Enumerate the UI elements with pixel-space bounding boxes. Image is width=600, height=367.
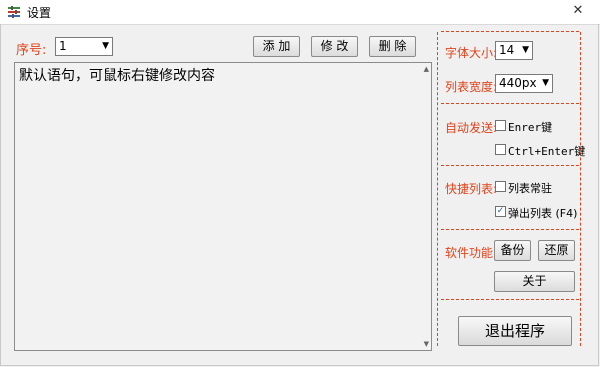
seq-value: 1	[59, 39, 67, 53]
chevron-down-icon: ▼	[102, 41, 109, 51]
window-title: 设置	[27, 6, 52, 20]
popup-list-checkbox[interactable]: ✓	[495, 206, 506, 217]
panel-divider	[441, 299, 579, 300]
panel-divider	[441, 31, 579, 32]
list-width-label: 列表宽度:	[445, 80, 498, 94]
editor-text: 默认语句，可鼠标右键修改内容	[19, 68, 215, 84]
restore-button[interactable]: 还原	[538, 240, 575, 261]
app-icon	[8, 6, 20, 18]
delete-button[interactable]: 删 除	[369, 36, 416, 57]
seq-select[interactable]: 1 ▼	[55, 37, 113, 56]
ctrl-enter-checkbox[interactable]	[495, 144, 506, 155]
autosend-label: 自动发送:	[445, 121, 498, 135]
software-label: 软件功能:	[445, 246, 498, 260]
enter-key-label: Enrer键	[508, 121, 553, 134]
panel-divider	[441, 165, 579, 166]
list-pinned-label: 列表常驻	[508, 182, 552, 195]
font-size-select[interactable]: 14 ▼	[495, 41, 533, 60]
enter-key-checkbox[interactable]	[495, 120, 506, 131]
popup-list-label: 弹出列表 (F4)	[508, 207, 578, 220]
list-width-value: 440px	[499, 76, 537, 90]
panel-divider	[441, 229, 579, 230]
font-size-value: 14	[499, 43, 515, 57]
seq-label: 序号:	[16, 43, 47, 58]
add-button[interactable]: 添 加	[253, 36, 300, 57]
ctrl-enter-label: Ctrl+Enter键	[508, 145, 586, 158]
quicklist-label: 快捷列表:	[445, 182, 498, 196]
panel-divider	[441, 103, 579, 104]
list-width-select[interactable]: 440px ▼	[495, 74, 553, 93]
title-bar: 设置 ✕	[0, 0, 600, 25]
about-button[interactable]: 关于	[494, 271, 575, 292]
panel-divider-right	[580, 32, 581, 346]
content-editor[interactable]: 默认语句，可鼠标右键修改内容 ▲ ▼	[14, 62, 432, 351]
chevron-down-icon: ▼	[542, 78, 549, 88]
scroll-up-icon[interactable]: ▲	[424, 65, 429, 73]
edit-button[interactable]: 修 改	[311, 36, 358, 57]
panel-divider-left	[437, 32, 438, 346]
font-size-label: 字体大小:	[445, 46, 498, 60]
list-pinned-checkbox[interactable]	[495, 181, 506, 192]
close-icon[interactable]: ✕	[563, 2, 593, 20]
exit-button[interactable]: 退出程序	[458, 316, 572, 346]
scroll-down-icon[interactable]: ▼	[424, 340, 429, 348]
chevron-down-icon: ▼	[522, 45, 529, 55]
backup-button[interactable]: 备份	[494, 240, 531, 261]
